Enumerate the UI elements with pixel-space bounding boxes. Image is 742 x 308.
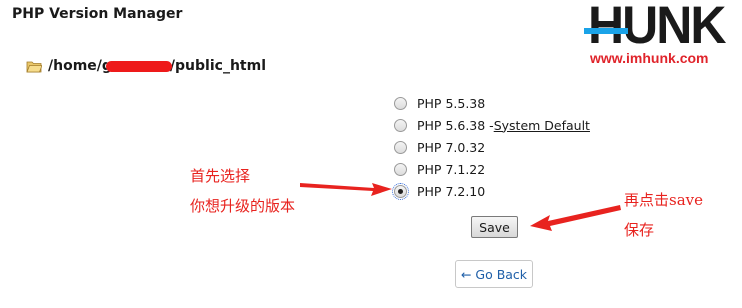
open-folder-icon: [26, 61, 42, 72]
system-default-label: System Default: [493, 117, 590, 133]
annotation-line: 首先选择: [190, 167, 251, 185]
version-label: PHP 7.1.22: [417, 161, 486, 177]
annotation-select-version: 首先选择 你想升级的版本: [190, 161, 295, 221]
directory-path: /home/g /public_html: [26, 58, 266, 74]
version-label: PHP 7.2.10: [417, 183, 486, 199]
php-version-manager-page: PHP Version Manager HUNK www.imhunk.com …: [0, 0, 742, 308]
path-text: /home/g /public_html: [48, 58, 266, 74]
page-title: PHP Version Manager: [12, 6, 183, 22]
version-label: PHP 5.5.38: [417, 95, 486, 111]
arrow-to-version-icon: [300, 183, 392, 196]
hunk-logo: HUNK www.imhunk.com: [584, 0, 740, 70]
path-suffix: /public_html: [169, 58, 266, 74]
version-option-7-2-10[interactable]: PHP 7.2.10: [392, 180, 590, 202]
version-radio[interactable]: [394, 162, 407, 176]
version-label: PHP 7.0.32: [417, 139, 486, 155]
php-version-list: PHP 5.5.38 PHP 5.6.38 - System Default P…: [392, 92, 590, 202]
version-radio-selected[interactable]: [392, 182, 409, 200]
logo-url-text: www.imhunk.com: [590, 50, 709, 66]
version-option-5-6-38[interactable]: PHP 5.6.38 - System Default: [394, 114, 590, 136]
annotation-line: 你想升级的版本: [190, 197, 296, 215]
version-label: PHP 5.6.38 -: [417, 117, 494, 133]
version-radio[interactable]: [394, 118, 407, 132]
save-button[interactable]: Save: [471, 216, 518, 238]
annotation-line: 再点击save: [624, 191, 703, 209]
redaction-mark: [106, 61, 172, 72]
version-option-7-1-22[interactable]: PHP 7.1.22: [394, 158, 590, 180]
annotation-click-save: 再点击save 保存: [624, 185, 703, 245]
annotation-line: 保存: [624, 221, 655, 239]
arrow-to-save-icon: [530, 205, 621, 231]
version-option-5-5-38[interactable]: PHP 5.5.38: [394, 92, 590, 114]
path-prefix: /home/g: [48, 58, 112, 74]
go-back-link[interactable]: ← Go Back: [455, 260, 533, 288]
version-radio[interactable]: [394, 96, 407, 110]
logo-accent-bar: [584, 28, 628, 34]
version-option-7-0-32[interactable]: PHP 7.0.32: [394, 136, 590, 158]
version-radio[interactable]: [394, 140, 407, 154]
